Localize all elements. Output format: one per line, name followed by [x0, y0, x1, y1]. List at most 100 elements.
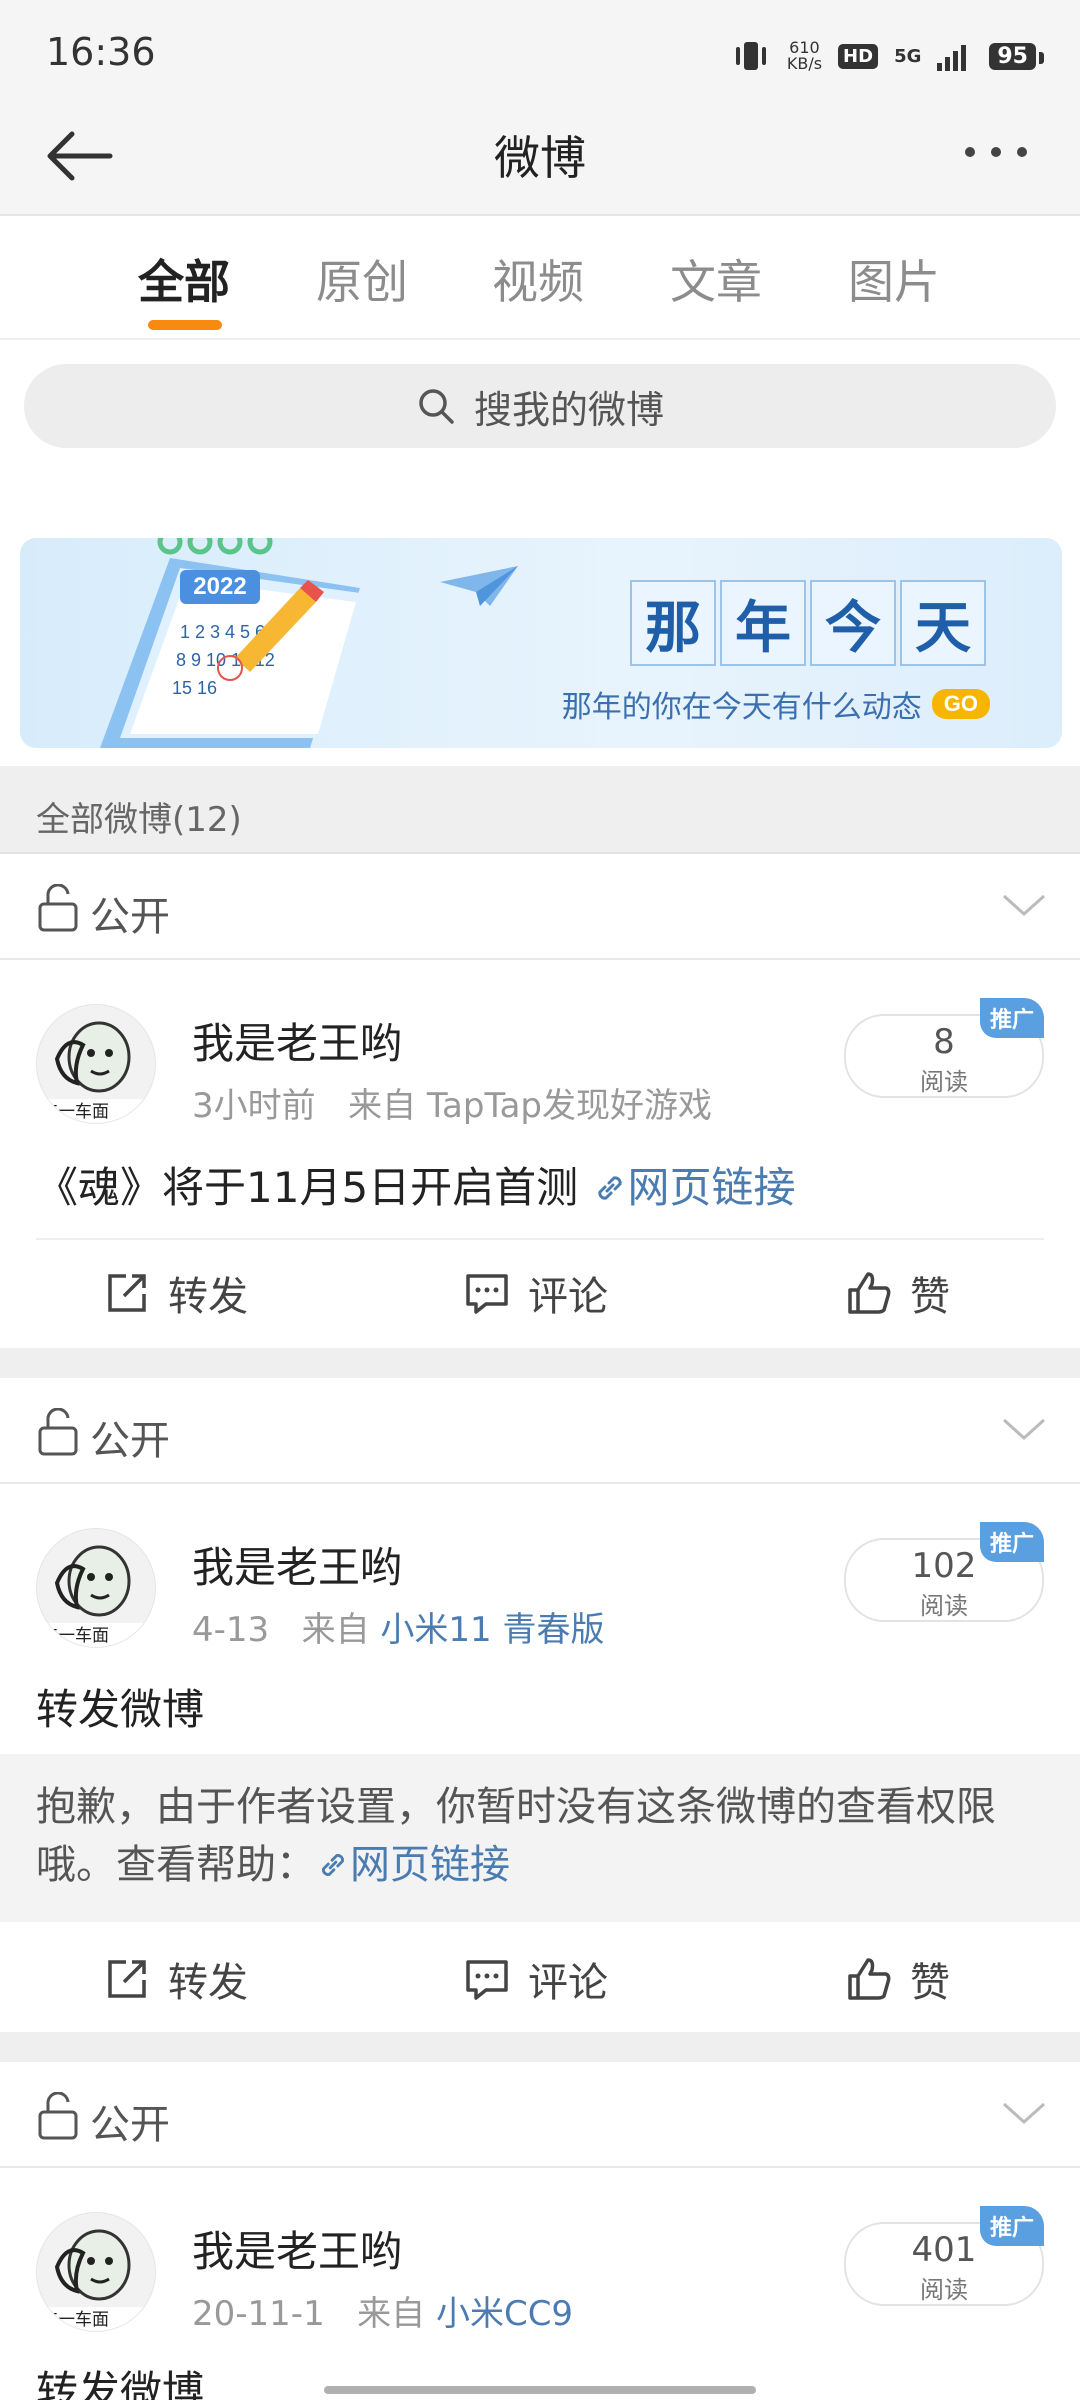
hd-badge: HD [838, 43, 879, 69]
visibility-label: 公开 [90, 1418, 170, 1464]
post-actions: 转发 评论 赞 [0, 1238, 1080, 1346]
post-meta: 4-13 来自 小米11 青春版 [192, 1602, 605, 1651]
post-text-body: 《魂》将于11月5日开启首测 [36, 1163, 579, 1212]
read-count-label: 阅读 [920, 2276, 968, 2304]
web-link[interactable]: 网页链接 [316, 1842, 510, 1888]
visibility-label: 公开 [90, 894, 170, 940]
comment-icon [466, 1960, 508, 2000]
search-area: 搜我的微博 [0, 340, 1080, 470]
repost-icon [108, 1274, 146, 1312]
visibility-row[interactable]: 公开 [0, 2062, 1080, 2168]
web-link-text: 网页链接 [627, 1163, 796, 1212]
speed-unit: KB/s [786, 54, 823, 73]
comment-button[interactable]: 评论 [464, 1950, 608, 2008]
post-card: 公开 车一车面 我是老王哟 4-13 来自 小米11 青春版 102 阅读 推广… [0, 1378, 1080, 2032]
avatar[interactable]: 车一车面 [36, 2212, 156, 2332]
promo-badge: 推广 [980, 998, 1044, 1038]
like-label: 赞 [910, 1274, 950, 1320]
banner-subtitle-text: 那年的你在今天有什么动态 [561, 690, 922, 725]
post-source-prefix: 来自 [348, 1086, 417, 1126]
status-time: 16:36 [46, 30, 156, 74]
filter-tabs: 全部 原创 视频 文章 图片 [0, 216, 1080, 340]
go-button[interactable]: GO [931, 689, 990, 719]
on-this-day-banner[interactable]: 2022 1 2 3 4 5 6 8 9 10 11 12 15 16 那 年 … [20, 538, 1062, 748]
unlock-icon [38, 1408, 78, 1456]
post-source[interactable]: 小米11 青春版 [380, 1610, 604, 1650]
forwarded-content[interactable]: 抱歉，由于作者设置，你暂时没有这条微博的查看权限哦。查看帮助： 网页链接 [0, 1754, 1080, 1922]
search-placeholder: 搜我的微博 [473, 387, 664, 432]
signal-icon [937, 45, 967, 71]
post-source-prefix: 来自 [301, 1610, 370, 1650]
comment-button[interactable]: 评论 [464, 1264, 608, 1322]
repost-icon [108, 1960, 146, 1998]
post-username[interactable]: 我是老王哟 [192, 2218, 402, 2279]
post-meta: 3小时前 来自 TapTap发现好游戏 [192, 1078, 712, 1127]
banner-area: 2022 1 2 3 4 5 6 8 9 10 11 12 15 16 那 年 … [0, 472, 1080, 764]
visibility-label: 公开 [90, 2102, 170, 2148]
tab-video[interactable]: 视频 [492, 246, 584, 312]
banner-title-char: 天 [900, 580, 986, 666]
link-icon [322, 1854, 344, 1876]
web-link[interactable]: 网页链接 [592, 1163, 796, 1212]
web-link-text: 网页链接 [350, 1842, 510, 1888]
home-indicator[interactable] [324, 2386, 756, 2394]
post-card: 公开 车一车面 我是老王哟 3小时前 来自 TapTap发现好游戏 8 阅读 推… [0, 854, 1080, 1348]
post-time: 3小时前 [192, 1086, 316, 1126]
vibrate-icon [735, 42, 766, 70]
calendar-year: 2022 [193, 573, 246, 600]
banner-subtitle: 那年的你在今天有什么动态 GO [562, 682, 990, 726]
network-type: 5G [894, 45, 922, 67]
status-icons: 610 KB/s HD 5G 95 [731, 36, 1044, 76]
weibo-count-bar: 全部微博(12) [0, 766, 1080, 854]
status-bar: 16:36 610 KB/s HD 5G 95 [0, 0, 1080, 108]
tab-images[interactable]: 图片 [848, 246, 940, 312]
post-username[interactable]: 我是老王哟 [192, 1534, 402, 1595]
link-icon [597, 1176, 622, 1200]
svg-text:15 16: 15 16 [172, 678, 217, 698]
post-time: 4-13 [192, 1610, 270, 1650]
post-username[interactable]: 我是老王哟 [192, 1010, 402, 1071]
post-actions: 转发 评论 赞 [0, 1924, 1080, 2032]
network-speed: 610 KB/s [787, 40, 822, 72]
battery-icon: 95 [989, 42, 1044, 70]
avatar-image: 车一车面 [37, 2229, 155, 2331]
tab-original[interactable]: 原创 [316, 246, 408, 312]
more-options-icon[interactable] [946, 132, 1046, 172]
post-divider [0, 1348, 1080, 1378]
chevron-down-icon[interactable] [1000, 2098, 1048, 2128]
post-text: 转发微博 [36, 1685, 205, 1734]
calendar-illustration: 2022 1 2 3 4 5 6 8 9 10 11 12 15 16 [100, 538, 360, 748]
svg-text:1 2 3 4 5 6: 1 2 3 4 5 6 [180, 622, 265, 642]
tab-all[interactable]: 全部 [138, 246, 230, 312]
promo-badge: 推广 [980, 1522, 1044, 1562]
svg-text:车一车面: 车一车面 [41, 1626, 109, 1646]
paper-plane-icon [440, 566, 518, 606]
search-icon [419, 389, 454, 424]
repost-button[interactable]: 转发 [104, 1264, 248, 1322]
repost-button[interactable]: 转发 [104, 1950, 248, 2008]
chevron-down-icon[interactable] [1000, 890, 1048, 920]
search-input[interactable]: 搜我的微博 [24, 364, 1056, 448]
read-count-label: 阅读 [920, 1068, 968, 1096]
repost-label: 转发 [168, 1274, 248, 1320]
chevron-down-icon[interactable] [1000, 1414, 1048, 1444]
avatar[interactable]: 车一车面 [36, 1528, 156, 1648]
unlock-icon [38, 884, 78, 932]
top-bar: 微博 [0, 108, 1080, 216]
weibo-count-label: 全部微博(12) [36, 800, 242, 840]
visibility-row[interactable]: 公开 [0, 1378, 1080, 1484]
comment-label: 评论 [528, 1274, 608, 1320]
post-source[interactable]: 小米CC9 [436, 2294, 573, 2334]
forwarded-text: 抱歉，由于作者设置，你暂时没有这条微博的查看权限哦。查看帮助： 网页链接 [36, 1778, 1046, 1894]
forwarded-message: 抱歉，由于作者设置，你暂时没有这条微博的查看权限哦。查看帮助： [36, 1784, 996, 1888]
avatar[interactable]: 车一车面 [36, 1004, 156, 1124]
like-button[interactable]: 赞 [846, 1264, 950, 1322]
visibility-row[interactable]: 公开 [0, 854, 1080, 960]
comment-icon [466, 1274, 508, 1314]
svg-text:车一车面: 车一车面 [41, 2310, 109, 2330]
post-card: 公开 车一车面 我是老王哟 20-11-1 来自 小米CC9 401 阅读 推广… [0, 2062, 1080, 2400]
avatar-image: 车一车面 [37, 1021, 155, 1123]
like-button[interactable]: 赞 [846, 1950, 950, 2008]
post-divider [0, 2032, 1080, 2062]
tab-article[interactable]: 文章 [670, 246, 762, 312]
